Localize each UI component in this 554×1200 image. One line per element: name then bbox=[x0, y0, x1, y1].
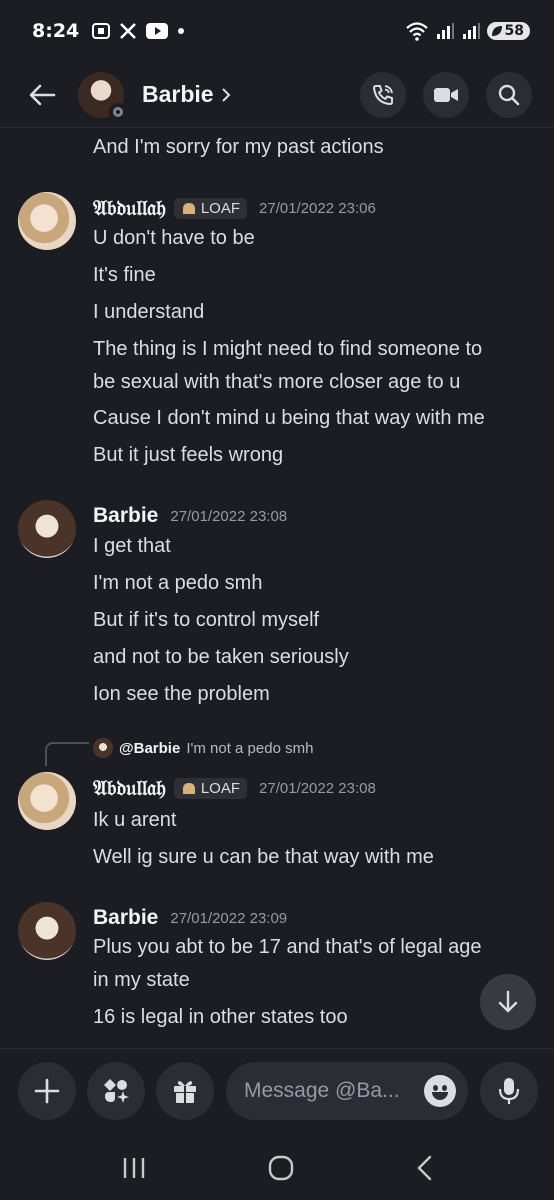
user-tag-badge[interactable]: LOAF bbox=[173, 777, 248, 799]
wifi-icon bbox=[405, 22, 428, 41]
voice-call-button[interactable] bbox=[360, 71, 406, 118]
message-timestamp: 27/01/2022 23:08 bbox=[259, 779, 376, 797]
leaf-icon bbox=[491, 26, 502, 36]
contact-name[interactable]: Barbie bbox=[142, 81, 214, 108]
home-icon[interactable] bbox=[268, 1155, 294, 1181]
chat-header: Barbie bbox=[0, 62, 554, 128]
signal-icon-2 bbox=[462, 23, 480, 39]
search-icon bbox=[498, 84, 520, 105]
signal-icon bbox=[436, 23, 454, 39]
message-line: I'm not a pedo smh bbox=[93, 572, 263, 594]
reply-author: @Barbie bbox=[119, 739, 181, 757]
status-time: 8:24 bbox=[32, 20, 80, 42]
tag-label: LOAF bbox=[200, 779, 241, 797]
bread-icon bbox=[182, 203, 195, 214]
contact-avatar[interactable] bbox=[78, 71, 127, 121]
screenshot-icon bbox=[92, 23, 111, 39]
author-name[interactable]: 𝔄𝔟𝔡𝔲𝔩𝔩𝔞𝔥 bbox=[93, 776, 166, 801]
back-button[interactable] bbox=[20, 73, 64, 117]
message-line: I understand bbox=[93, 301, 205, 323]
microphone-icon bbox=[498, 1078, 520, 1104]
header-actions bbox=[360, 71, 532, 118]
message-line: Well ig sure u can be that way with me bbox=[93, 846, 434, 868]
x-icon bbox=[120, 23, 137, 39]
message-line: and not to be taken seriously bbox=[93, 646, 349, 668]
status-bar: 8:24 58 bbox=[0, 0, 554, 62]
author-name[interactable]: 𝔄𝔟𝔡𝔲𝔩𝔩𝔞𝔥 bbox=[93, 196, 166, 221]
battery-indicator: 58 bbox=[486, 22, 530, 40]
message-line: The thing is I might need to find someon… bbox=[93, 338, 483, 360]
reply-avatar bbox=[93, 738, 113, 758]
reply-connector bbox=[45, 742, 89, 766]
user-avatar-abdullah[interactable] bbox=[18, 772, 76, 830]
attach-button[interactable] bbox=[18, 1062, 76, 1120]
author-name[interactable]: Barbie bbox=[93, 906, 158, 930]
message-line: Plus you abt to be 17 and that's of lega… bbox=[93, 936, 482, 958]
message-input-placeholder: Message @Ba... bbox=[244, 1079, 400, 1102]
gift-button[interactable] bbox=[156, 1062, 214, 1120]
message-line: U don't have to be bbox=[93, 227, 255, 249]
message-input[interactable]: Message @Ba... bbox=[226, 1062, 468, 1120]
recent-apps-icon[interactable] bbox=[121, 1157, 147, 1179]
battery-level: 58 bbox=[504, 23, 524, 39]
search-button[interactable] bbox=[486, 71, 532, 118]
message-line: But if it's to control myself bbox=[93, 609, 320, 631]
apps-button[interactable] bbox=[87, 1062, 145, 1120]
arrow-down-icon bbox=[498, 990, 518, 1013]
message-line: Ik u arent bbox=[93, 809, 177, 831]
jump-to-present-button[interactable] bbox=[480, 974, 536, 1030]
apps-icon bbox=[104, 1079, 129, 1103]
message-line: But it just feels wrong bbox=[93, 444, 284, 466]
nav-back-icon[interactable] bbox=[415, 1155, 433, 1181]
system-nav-bar bbox=[0, 1136, 554, 1200]
phone-icon bbox=[373, 84, 393, 105]
reply-preview[interactable]: @Barbie I'm not a pedo smh bbox=[93, 738, 313, 758]
status-system-icons: 58 bbox=[405, 21, 530, 41]
youtube-icon bbox=[146, 23, 169, 39]
message-list[interactable]: And I'm sorry for my past actions 𝔄𝔟𝔡𝔲𝔩𝔩… bbox=[0, 128, 554, 1048]
user-avatar-abdullah[interactable] bbox=[18, 192, 76, 250]
user-avatar-barbie[interactable] bbox=[18, 500, 76, 558]
message-timestamp: 27/01/2022 23:06 bbox=[259, 199, 376, 217]
message-line: And I'm sorry for my past actions bbox=[93, 136, 384, 158]
message-line: It's fine bbox=[93, 264, 156, 286]
reply-text: I'm not a pedo smh bbox=[186, 739, 314, 757]
plus-icon bbox=[34, 1078, 60, 1104]
chevron-right-icon[interactable] bbox=[220, 87, 232, 103]
author-name[interactable]: Barbie bbox=[93, 504, 158, 528]
tag-label: LOAF bbox=[200, 199, 241, 217]
message-header: 𝔄𝔟𝔡𝔲𝔩𝔩𝔞𝔥 LOAF 27/01/2022 23:08 bbox=[93, 772, 376, 804]
bread-icon bbox=[182, 783, 195, 794]
voice-message-button[interactable] bbox=[480, 1062, 538, 1120]
status-notification-icons bbox=[91, 21, 185, 41]
message-line: be sexual with that's more closer age to… bbox=[93, 371, 461, 393]
user-avatar-barbie[interactable] bbox=[18, 902, 76, 960]
arrow-left-icon bbox=[29, 84, 56, 105]
gift-icon bbox=[174, 1081, 196, 1103]
message-line: I get that bbox=[93, 535, 171, 557]
message-line: 16 is legal in other states too bbox=[93, 1006, 348, 1028]
offline-status-icon bbox=[109, 102, 127, 121]
video-call-button[interactable] bbox=[423, 71, 469, 118]
message-line: Ion see the problem bbox=[93, 683, 270, 705]
dot-icon bbox=[178, 28, 185, 34]
message-timestamp: 27/01/2022 23:09 bbox=[170, 909, 288, 927]
video-camera-icon bbox=[434, 87, 458, 102]
emoji-icon[interactable] bbox=[424, 1075, 456, 1107]
message-composer: Message @Ba... bbox=[0, 1048, 554, 1136]
message-line: Cause I don't mind u being that way with… bbox=[93, 407, 485, 429]
message-timestamp: 27/01/2022 23:08 bbox=[170, 507, 288, 525]
message-line: in my state bbox=[93, 969, 190, 991]
user-tag-badge[interactable]: LOAF bbox=[173, 197, 248, 219]
